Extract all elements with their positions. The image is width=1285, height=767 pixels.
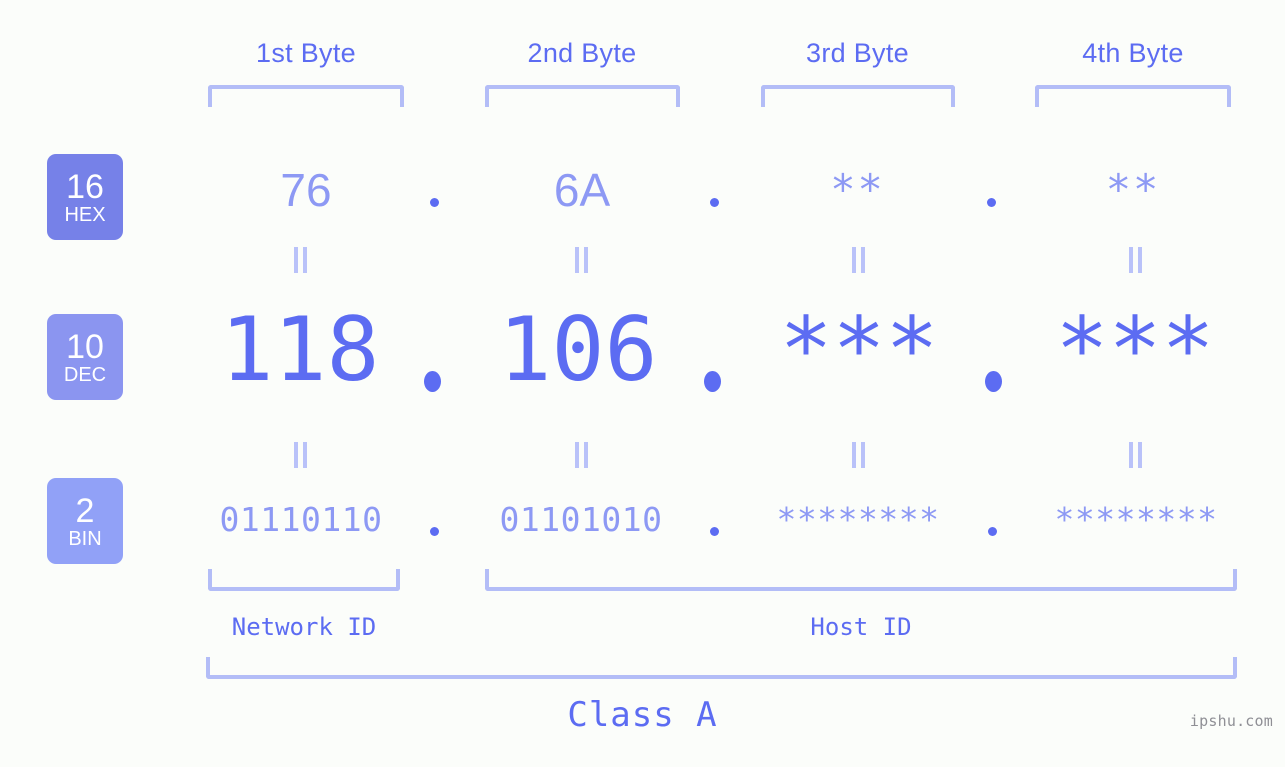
byte-header-1: 1st Byte <box>256 38 356 68</box>
class-bracket <box>206 657 1237 679</box>
radix-badge-hex-tag: HEX <box>64 203 106 226</box>
bin-octet-4: ******** <box>1054 500 1218 539</box>
equals-mark-dec-bin-3 <box>851 442 866 468</box>
dec-octet-2: 106 <box>498 298 658 401</box>
bin-separator-dot-3 <box>988 527 997 536</box>
equals-mark-hex-dec-4 <box>1128 247 1143 273</box>
radix-badge-bin-tag: BIN <box>68 527 102 550</box>
hex-octet-3: ** <box>830 165 885 214</box>
radix-badge-dec-tag: DEC <box>63 363 107 386</box>
bin-octet-3: ******** <box>776 500 940 539</box>
radix-badge-bin: 2 BIN <box>47 478 123 564</box>
byte-bracket-3 <box>761 85 955 107</box>
host-id-bracket <box>485 569 1237 591</box>
hex-separator-dot-1 <box>430 198 439 207</box>
hex-separator-dot-3 <box>987 198 996 207</box>
bin-separator-dot-1 <box>430 527 439 536</box>
radix-badge-hex-number: 16 <box>66 167 104 206</box>
dec-separator-dot-1 <box>424 371 441 392</box>
watermark: ipshu.com <box>1189 712 1273 730</box>
byte-bracket-1 <box>208 85 404 107</box>
network-id-label: Network ID <box>231 613 377 641</box>
radix-badge-dec: 10 DEC <box>47 314 123 400</box>
byte-bracket-2 <box>485 85 680 107</box>
bin-octet-2: 01101010 <box>499 500 663 539</box>
equals-mark-dec-bin-4 <box>1128 442 1143 468</box>
hex-octet-4: ** <box>1105 165 1161 214</box>
dec-separator-dot-2 <box>704 371 721 392</box>
byte-header-4: 4th Byte <box>1082 38 1184 68</box>
class-label: Class A <box>567 695 718 735</box>
radix-badge-dec-number: 10 <box>66 327 104 366</box>
host-id-label: Host ID <box>810 613 912 641</box>
hex-octet-2: 6A <box>553 164 611 216</box>
byte-header-3: 3rd Byte <box>806 38 909 68</box>
radix-badge-bin-number: 2 <box>75 491 95 530</box>
ip-breakdown-diagram: 1st Byte 2nd Byte 3rd Byte 4th Byte 16 H… <box>0 0 1285 767</box>
dec-separator-dot-3 <box>985 371 1002 392</box>
hex-octet-1: 76 <box>280 164 332 216</box>
equals-mark-hex-dec-3 <box>851 247 866 273</box>
equals-mark-dec-bin-1 <box>293 442 308 468</box>
radix-badge-hex: 16 HEX <box>47 154 123 240</box>
dec-octet-3: *** <box>779 298 939 401</box>
byte-bracket-4 <box>1035 85 1231 107</box>
dec-octet-4: *** <box>1055 298 1215 401</box>
equals-mark-hex-dec-1 <box>293 247 308 273</box>
bin-separator-dot-2 <box>710 527 719 536</box>
byte-header-2: 2nd Byte <box>527 38 637 68</box>
equals-mark-hex-dec-2 <box>574 247 589 273</box>
network-id-bracket <box>208 569 400 591</box>
hex-separator-dot-2 <box>710 198 719 207</box>
dec-octet-1: 118 <box>220 298 380 401</box>
equals-mark-dec-bin-2 <box>574 442 589 468</box>
bin-octet-1: 01110110 <box>219 500 383 539</box>
